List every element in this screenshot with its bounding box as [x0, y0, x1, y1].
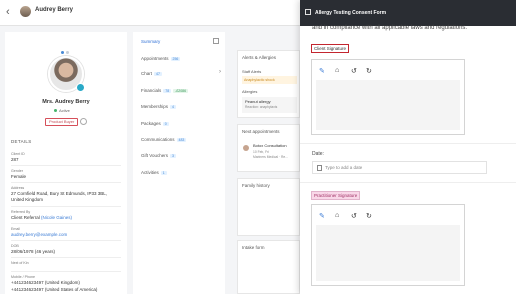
consent-form-modal: Allergy Testing Consent Form and in comp…: [300, 0, 516, 294]
date-input[interactable]: Type to add a date: [312, 161, 487, 174]
tab-memberships[interactable]: Memberships 4: [141, 104, 176, 109]
detail-gender: Gender Female: [11, 169, 27, 179]
detail-address: Address 27 Cornfield Road, Bury St Edmund…: [11, 186, 108, 202]
consent-text: and in compliance with all applicable la…: [312, 25, 468, 31]
tab-communications[interactable]: Communications 483: [141, 137, 187, 142]
next-appointments-panel: Next appointments Botox Consultation 10 …: [237, 124, 300, 172]
settings-icon[interactable]: [80, 118, 87, 125]
stamp-icon[interactable]: ⌂: [335, 212, 339, 219]
page-title: Audrey Berry: [35, 7, 74, 13]
pen-icon[interactable]: ✎: [319, 67, 325, 75]
status-dot-icon: [54, 109, 57, 113]
tab-chart[interactable]: Chart 47: [141, 71, 162, 76]
modal-title: Allergy Testing Consent Form: [315, 10, 387, 16]
client-profile-card: Mrs. Audrey Berry Active Product Buyer D…: [5, 32, 127, 294]
tab-packages[interactable]: Packages 0: [141, 121, 169, 126]
details-heading: DETAILS: [11, 139, 32, 144]
redo-icon[interactable]: ↻: [366, 212, 372, 220]
stamp-icon[interactable]: ⌂: [335, 67, 339, 74]
product-buyer-badge[interactable]: Product Buyer: [45, 118, 79, 126]
referrer-link[interactable]: (Nicole Gaines): [41, 215, 72, 220]
detail-referred-by: Referred By Client Referral (Nicole Gaine…: [11, 210, 73, 220]
detail-next-of-kin: Next of Kin: [11, 261, 29, 265]
signature-canvas[interactable]: [316, 80, 460, 130]
grid-icon[interactable]: [213, 38, 219, 44]
avatar-badge-icon: [76, 83, 85, 92]
avatar: [20, 6, 31, 17]
tab-activities[interactable]: Activities 1: [141, 170, 167, 175]
intake-form-panel: Intake form: [237, 240, 300, 294]
detail-dob: DOB 28/06/1978 (46 years): [11, 244, 56, 254]
alerts-panel: Alerts & Allergies Staff Alerts Anaphyla…: [237, 50, 300, 118]
practitioner-signature-label: Practitioner Signature: [311, 191, 361, 200]
detail-client-id: Client ID 287: [11, 152, 25, 162]
status-badge: Active: [54, 108, 70, 113]
client-tabs: Summary Appointments 256 Chart 47 › Financ…: [133, 32, 225, 294]
tab-gift-vouchers[interactable]: Gift Vouchers 3: [141, 153, 176, 158]
modal-header: Allergy Testing Consent Form: [300, 0, 516, 26]
practitioner-signature-pad[interactable]: ✎ ⌂ ↺ ↻: [311, 204, 465, 286]
staff-alert-badge: Anaphylactic shock: [242, 76, 297, 84]
detail-phone: Mobile / Phone +441234623497 (United King…: [11, 275, 98, 292]
tab-appointments[interactable]: Appointments 256: [141, 56, 181, 61]
signature-canvas[interactable]: [316, 225, 460, 281]
back-icon[interactable]: ‹: [6, 6, 10, 18]
redo-icon[interactable]: ↻: [366, 67, 372, 75]
pen-icon[interactable]: ✎: [319, 212, 325, 220]
email-link[interactable]: audrey.berry@example.com: [11, 232, 121, 238]
detail-email: Email audrey.berry@example.com: [11, 227, 121, 238]
family-history-panel: Family history: [237, 178, 300, 236]
undo-icon[interactable]: ↺: [351, 212, 357, 220]
client-signature-label: Client Signature: [311, 44, 350, 53]
allergy-item[interactable]: Peanut allergy Reaction: anaphylaxis: [242, 97, 297, 113]
tab-summary[interactable]: Summary: [141, 39, 160, 44]
undo-icon[interactable]: ↺: [351, 67, 357, 75]
calendar-icon: [317, 165, 322, 171]
date-label: Date:: [312, 151, 324, 157]
close-icon[interactable]: [305, 9, 311, 15]
client-signature-pad[interactable]: ✎ ⌂ ↺ ↻: [311, 59, 465, 135]
client-name: Mrs. Audrey Berry: [42, 99, 90, 105]
tab-financials[interactable]: Financials 78 -£2086: [141, 88, 189, 93]
chevron-right-icon[interactable]: ›: [219, 69, 221, 75]
practitioner-avatar: [243, 145, 249, 151]
appointment-name[interactable]: Botox Consultation: [253, 143, 287, 148]
